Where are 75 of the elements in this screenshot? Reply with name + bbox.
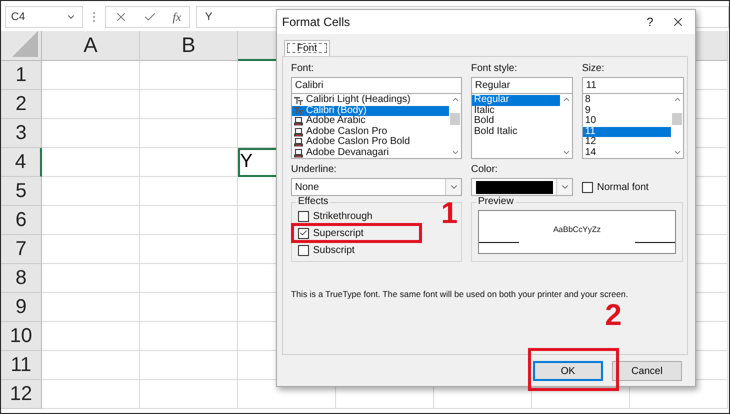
column-header[interactable]: B: [140, 31, 238, 61]
list-item[interactable]: Adobe Arabic: [292, 116, 449, 127]
insert-function-button[interactable]: fx: [172, 10, 182, 24]
list-box[interactable]: 8 9 10 11 12 14: [582, 94, 684, 159]
field-label: Font style:: [471, 63, 518, 76]
row-header[interactable]: 9: [1, 293, 42, 322]
printer-font-icon: [294, 148, 303, 158]
font-info-text: This is a TrueType font. The same font will be used on both your printer and your screen.: [291, 289, 628, 299]
group-title: Effects: [296, 196, 330, 207]
scroll-up-icon[interactable]: [450, 95, 460, 104]
list-item[interactable]: Adobe Caslon Pro Bold: [292, 137, 449, 148]
list-item[interactable]: Italic: [472, 106, 560, 116]
scroll-up-icon[interactable]: [562, 95, 570, 104]
step-number: 2: [605, 301, 622, 331]
scroll-down-icon[interactable]: [562, 148, 570, 157]
row-header[interactable]: 12: [1, 380, 42, 409]
list-item[interactable]: Regular: [472, 95, 560, 106]
list-box[interactable]: Calibri Light (Headings) Calibri (Body) Adobe Arabic Adobe Caslon Pro Adobe Caslon Pro Bold Adobe Devanagari: [291, 94, 462, 159]
cancel-button[interactable]: Cancel: [612, 361, 682, 381]
window-title: Format Cells: [282, 15, 352, 29]
list-item[interactable]: Calibri (Body): [292, 106, 449, 116]
effect-checkbox[interactable]: Superscript: [298, 226, 364, 240]
scrollbar-thumb[interactable]: [450, 113, 460, 125]
row-header[interactable]: 7: [1, 235, 42, 264]
printer-font-icon: [294, 116, 303, 126]
effect-checkbox[interactable]: Strikethrough: [298, 209, 372, 223]
underline-select[interactable]: None: [291, 178, 462, 196]
input-field[interactable]: 11: [582, 77, 684, 94]
list-item[interactable]: 11: [583, 126, 671, 138]
field-label: Color:: [471, 164, 499, 177]
help-button[interactable]: ?: [635, 15, 665, 29]
tab[interactable]: Font: [284, 40, 330, 56]
field-label: Size:: [582, 63, 606, 76]
scrollbar-thumb[interactable]: [672, 113, 682, 125]
step-number: 1: [441, 199, 458, 229]
name-box[interactable]: C4: [5, 6, 83, 28]
list-box[interactable]: Regular Italic Bold Bold Italic: [471, 94, 573, 159]
scroll-up-icon[interactable]: [672, 95, 682, 104]
group-title: Preview: [476, 196, 516, 207]
truetype-font-icon: [294, 106, 303, 116]
list-item[interactable]: Bold Italic: [472, 126, 560, 138]
list-item[interactable]: 14: [583, 148, 671, 159]
field-label: Underline:: [291, 164, 338, 177]
close-icon[interactable]: [671, 15, 685, 29]
list-item[interactable]: Bold: [472, 116, 560, 127]
row-header[interactable]: 3: [1, 119, 42, 148]
row-header[interactable]: 1: [1, 61, 42, 90]
row-header[interactable]: 4: [1, 148, 42, 177]
list-item[interactable]: Calibri Light (Headings): [292, 95, 449, 106]
printer-font-icon: [294, 138, 303, 148]
preview-sample: AaBbCcYyZz: [552, 224, 602, 234]
row-header[interactable]: 11: [1, 351, 42, 380]
list-item[interactable]: Adobe Caslon Pro: [292, 126, 449, 138]
scroll-down-icon[interactable]: [672, 148, 682, 157]
list-item[interactable]: 12: [583, 137, 671, 148]
list-item[interactable]: 8: [583, 95, 671, 106]
column-header[interactable]: A: [42, 31, 140, 61]
list-item[interactable]: 10: [583, 116, 671, 127]
truetype-font-icon: [294, 96, 303, 105]
field-label: Font:: [291, 63, 315, 76]
row-header[interactable]: 2: [1, 90, 42, 119]
row-header[interactable]: 6: [1, 206, 42, 235]
checkmark-icon: [299, 228, 308, 238]
scroll-down-icon[interactable]: [450, 148, 460, 157]
effect-checkbox[interactable]: Subscript: [298, 243, 355, 257]
ok-button[interactable]: OK: [533, 361, 603, 381]
input-field[interactable]: Regular: [471, 77, 573, 94]
list-item[interactable]: 9: [583, 106, 671, 116]
input-field[interactable]: Calibri: [291, 77, 462, 94]
row-header[interactable]: 5: [1, 177, 42, 206]
color-select[interactable]: [471, 178, 573, 196]
row-header[interactable]: 10: [1, 322, 42, 351]
row-header[interactable]: 8: [1, 264, 42, 293]
printer-font-icon: [294, 128, 303, 137]
normal-font-checkbox[interactable]: Normal font: [582, 178, 649, 196]
